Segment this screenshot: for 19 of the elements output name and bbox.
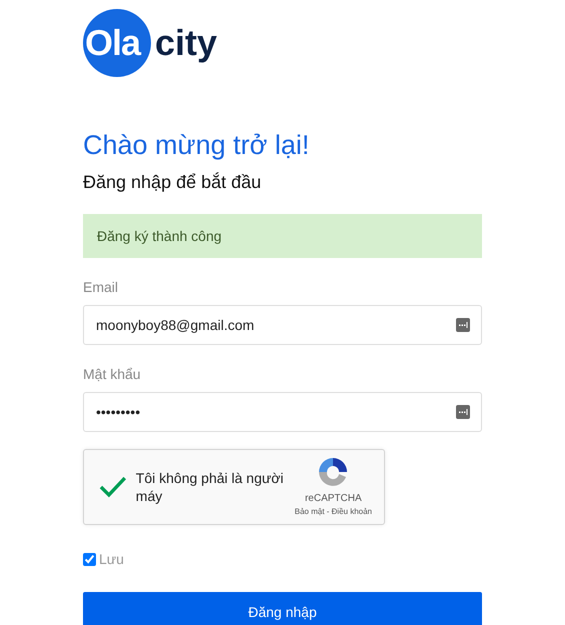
captcha-label: Tôi không phải là người máy [136, 469, 285, 505]
remember-label: Lưu [99, 550, 124, 569]
field-label: Mật khẩu [83, 365, 142, 383]
page-subheading: Đăng nhập để bắt đầu [83, 171, 262, 194]
recaptcha-logo-icon [317, 456, 350, 488]
page-heading: Chào mừng trở lại! [83, 129, 310, 162]
captcha-links[interactable]: Bảo mật - Điều khoản [294, 506, 372, 518]
remember-checkbox[interactable] [83, 553, 96, 566]
logo-mark: Ola [83, 9, 151, 77]
captcha-brand: reCAPTCHA [304, 492, 362, 506]
email-field[interactable]: moonyboy88@gmail.com [83, 305, 482, 345]
field-label: Email [83, 278, 120, 296]
autofill-icon[interactable] [456, 318, 470, 332]
password-field[interactable]: ••••••••• [83, 392, 482, 432]
autofill-icon[interactable] [456, 405, 470, 419]
logo-text: city [155, 21, 218, 65]
success-alert: Đăng ký thành công [83, 214, 482, 258]
login-button[interactable]: Đăng nhập [83, 592, 482, 625]
check-icon[interactable] [98, 475, 128, 499]
